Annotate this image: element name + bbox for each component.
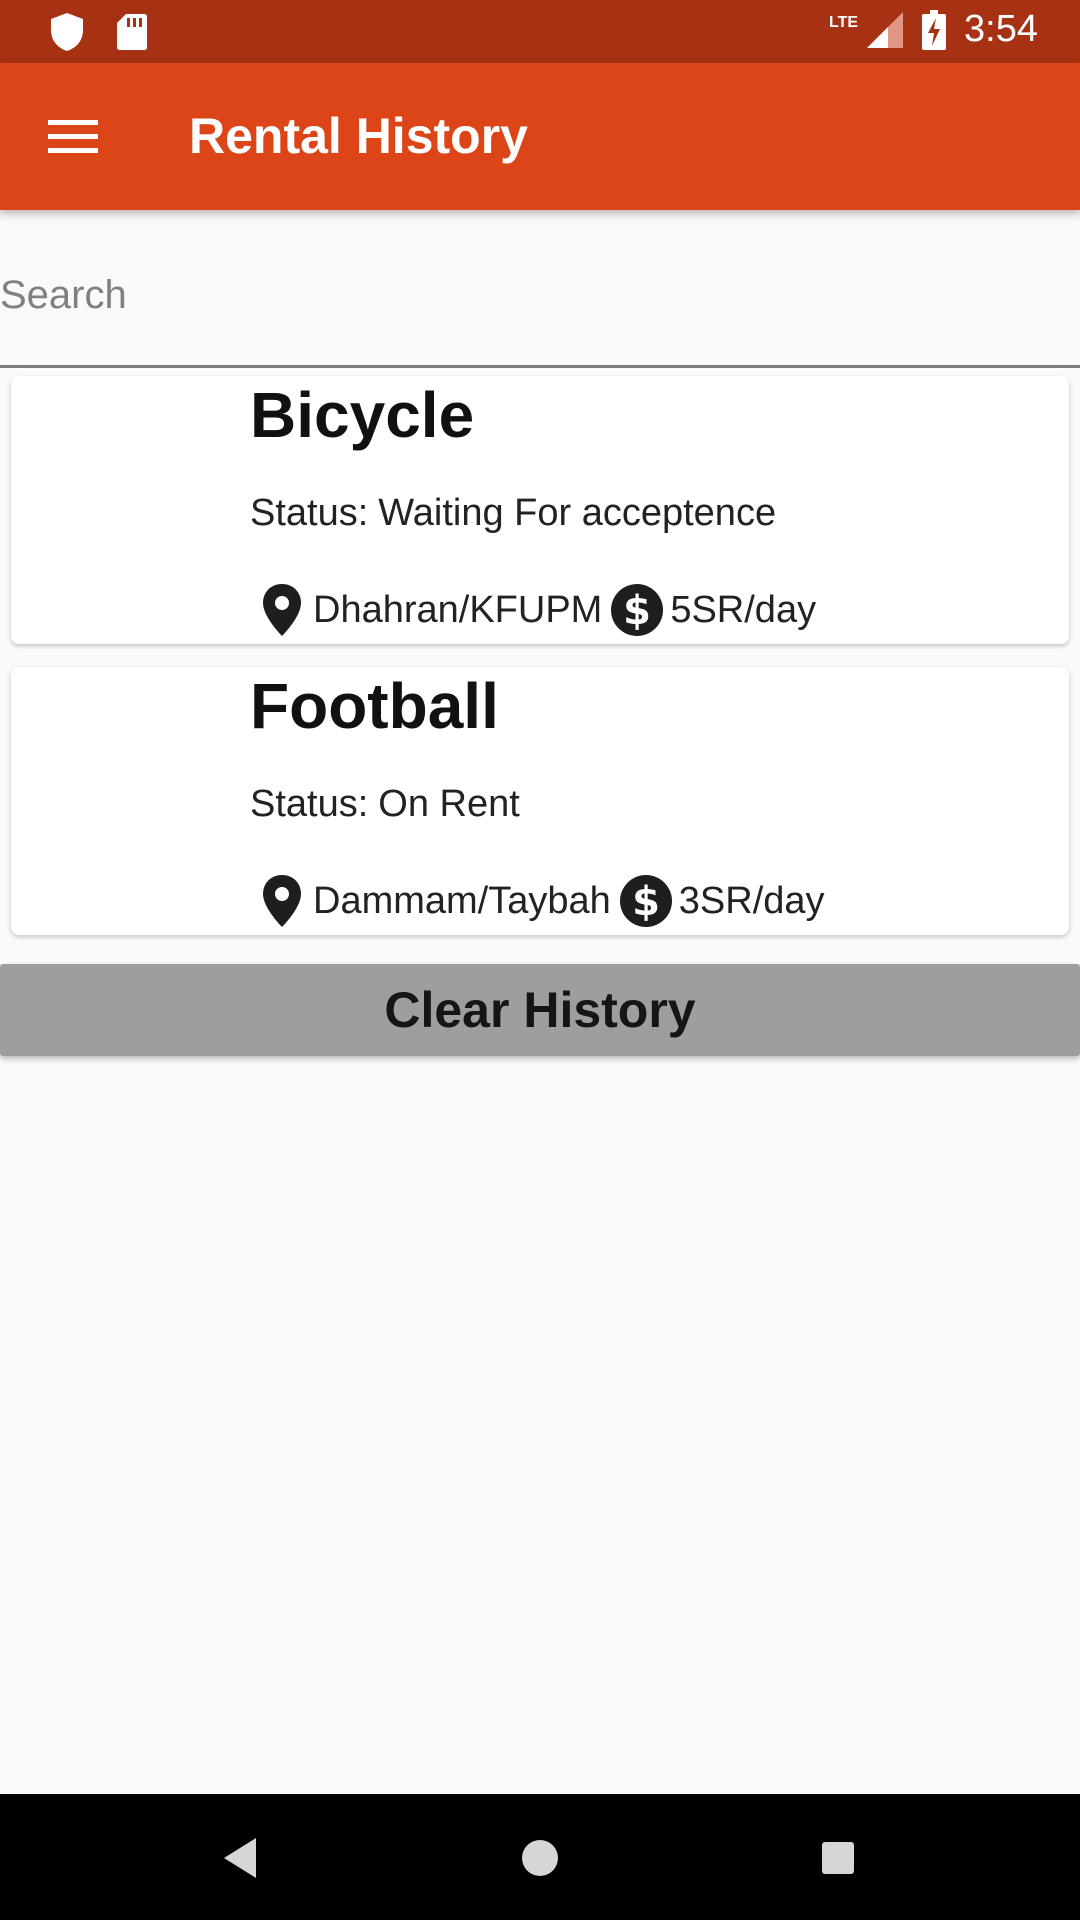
item-meta: Dammam/Taybah $ 3SR/day <box>261 874 825 928</box>
item-status: Status: On Rent <box>250 783 520 826</box>
status-value: Waiting For acceptence <box>378 492 777 534</box>
menu-icon[interactable] <box>48 120 98 154</box>
item-location: Dammam/Taybah <box>313 879 611 922</box>
signal-icon <box>867 11 904 48</box>
clock: 3:54 <box>964 8 1038 50</box>
item-meta: Dhahran/KFUPM $ 5SR/day <box>261 583 816 637</box>
item-name: Football <box>250 670 499 742</box>
location-pin-icon <box>263 584 301 636</box>
recents-icon[interactable] <box>808 1828 868 1888</box>
home-icon[interactable] <box>510 1828 570 1888</box>
back-icon[interactable] <box>212 1828 272 1888</box>
rental-card[interactable]: Bicycle Status: Waiting For acceptence Dh… <box>11 376 1069 644</box>
status-label: Status: <box>250 783 369 825</box>
item-name: Bicycle <box>250 379 475 451</box>
dollar-icon: $ <box>619 875 672 927</box>
item-location: Dhahran/KFUPM <box>313 588 603 631</box>
page-title: Rental History <box>189 108 528 164</box>
status-bar: LTE 3:54 <box>0 0 1080 63</box>
status-value: On Rent <box>378 783 520 825</box>
clear-history-button[interactable]: Clear History <box>0 964 1080 1056</box>
network-type-label: LTE <box>829 14 859 31</box>
rental-card[interactable]: Football Status: On Rent Dammam/Taybah $ … <box>11 667 1069 935</box>
location-pin-icon <box>263 875 301 927</box>
app-bar: Rental History <box>0 63 1080 210</box>
svg-text:$: $ <box>632 879 660 925</box>
shield-icon <box>51 13 83 51</box>
search-bar <box>0 230 1080 368</box>
battery-charging-icon <box>922 9 947 50</box>
svg-text:$: $ <box>623 588 651 634</box>
status-label: Status: <box>250 492 369 534</box>
item-price: 5SR/day <box>670 588 817 631</box>
item-status: Status: Waiting For acceptence <box>250 492 776 535</box>
search-input[interactable] <box>0 260 1060 330</box>
dollar-icon: $ <box>611 584 664 636</box>
screen: LTE 3:54 Rental History Bicycle <box>0 0 1080 1920</box>
sd-card-icon <box>117 14 147 50</box>
item-price: 3SR/day <box>678 879 825 922</box>
navigation-bar <box>0 1794 1080 1920</box>
